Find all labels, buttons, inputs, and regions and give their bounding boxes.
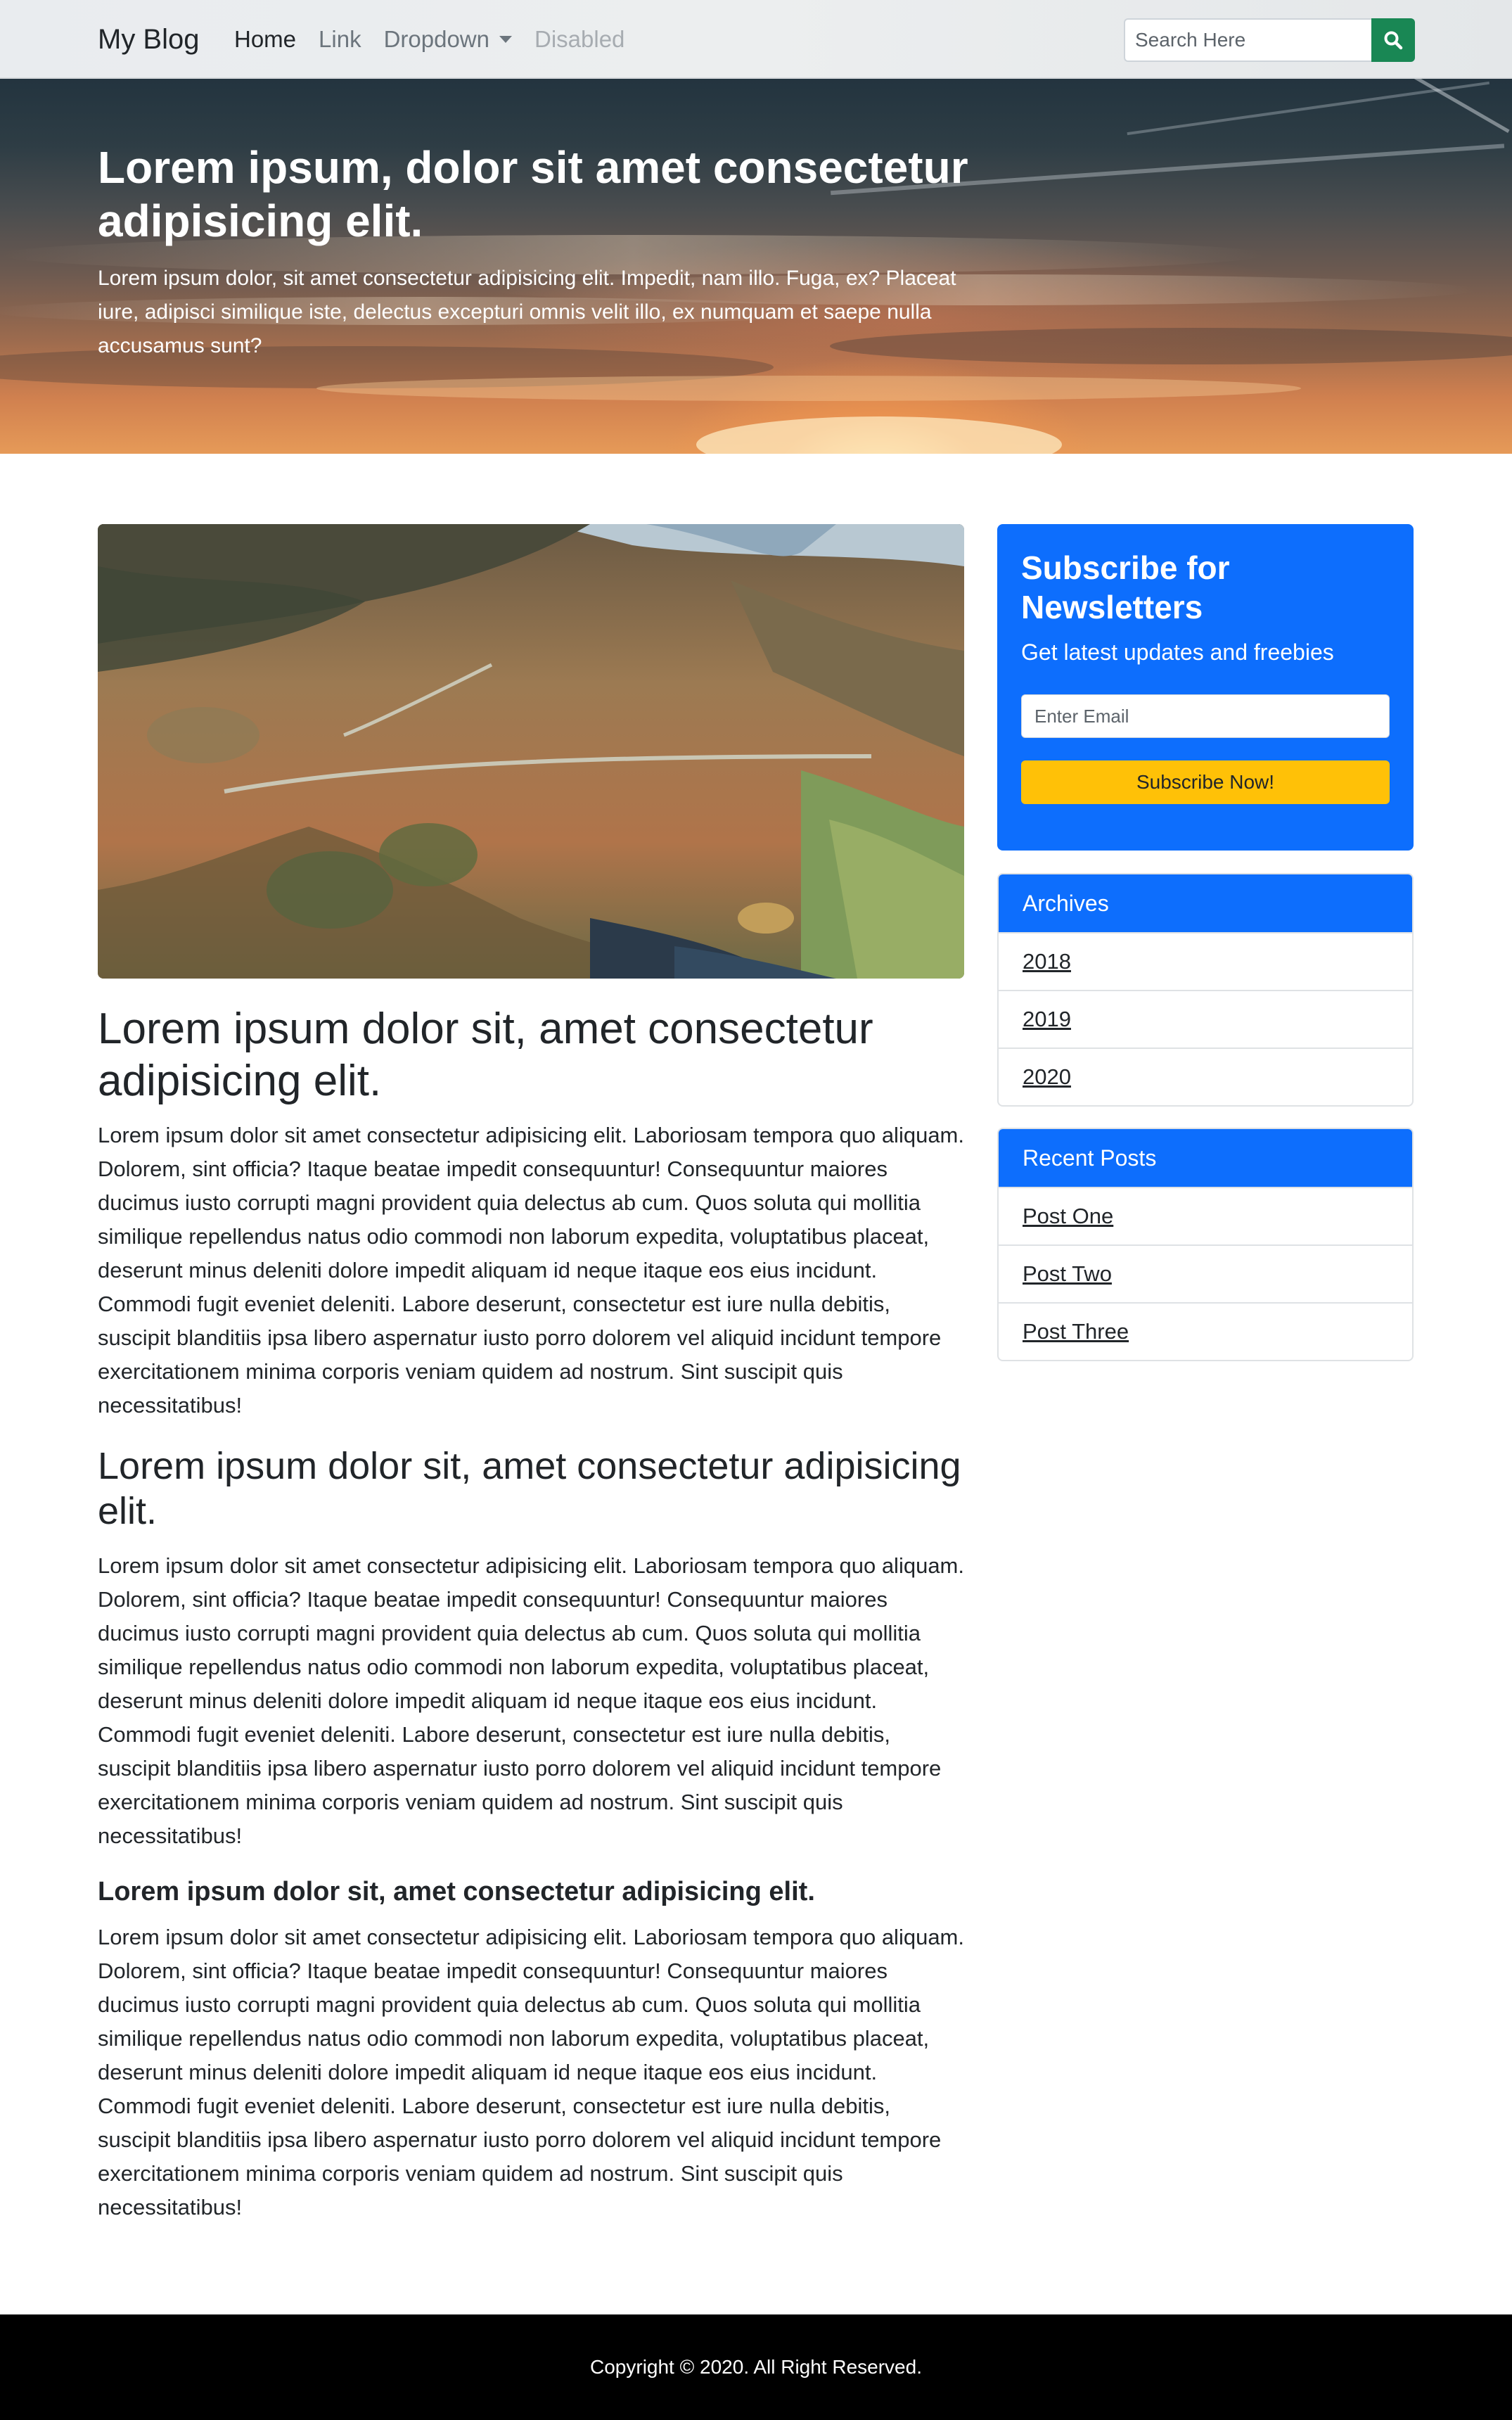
subscribe-button[interactable]: Subscribe Now! [1021,760,1390,804]
newsletter-card: Subscribe for Newsletters Get latest upd… [997,524,1414,851]
article-heading-1: Lorem ipsum dolor sit, amet consectetur … [98,1005,873,1105]
newsletter-subtitle: Get latest updates and freebies [1021,639,1334,665]
nav-link-home-label: Home [234,26,297,52]
nav-dropdown-toggle[interactable]: Dropdown [384,24,512,55]
archives-card: Archives 2018 2019 2020 [997,873,1414,1107]
archive-link-2019[interactable]: 2019 [1023,1007,1071,1031]
nav-link-link-label: Link [319,26,361,52]
navbar-brand[interactable]: My Blog [98,21,200,58]
recent-post-item-3: Post Three [999,1302,1412,1360]
nav-links: Home Link Dropdown Disabled [234,24,647,55]
archive-item-2020: 2020 [999,1047,1412,1105]
nav-dropdown-label: Dropdown [383,26,489,52]
article-heading-3: Lorem ipsum dolor sit, amet consectetur … [98,1877,815,1906]
recent-post-link-2[interactable]: Post Two [1023,1261,1112,1286]
footer-copyright: Copyright © 2020. All Right Reserved. [590,2356,922,2378]
nav-link-disabled-label: Disabled [534,26,625,52]
landscape-image [98,524,964,979]
search-icon [1384,31,1403,50]
recent-posts-card: Recent Posts Post One Post Two Post Thre… [997,1128,1414,1361]
recent-posts-header: Recent Posts [999,1129,1412,1187]
article-paragraph-1: Lorem ipsum dolor sit amet consectetur a… [98,1123,964,1418]
recent-post-item-2: Post Two [999,1244,1412,1302]
search-input[interactable] [1124,18,1371,62]
navbar: My Blog Home Link Dropdown Disabled [0,0,1512,79]
email-field[interactable] [1021,694,1390,738]
archive-link-2020[interactable]: 2020 [1023,1064,1071,1089]
caret-down-icon [499,36,512,43]
hero-banner: Lorem ipsum, dolor sit amet consectetur … [0,79,1512,454]
article-paragraph-3: Lorem ipsum dolor sit amet consectetur a… [98,1925,964,2220]
nav-link-disabled: Disabled [534,24,624,55]
recent-post-item-1: Post One [999,1187,1412,1244]
search-button[interactable] [1371,18,1415,62]
archives-header: Archives [999,874,1412,932]
recent-post-link-1[interactable]: Post One [1023,1204,1113,1228]
archive-link-2018[interactable]: 2018 [1023,949,1071,974]
newsletter-title: Subscribe for Newsletters [1021,549,1230,625]
article-heading-2: Lorem ipsum dolor sit, amet consectetur … [98,1445,961,1532]
footer: Copyright © 2020. All Right Reserved. [0,2314,1512,2420]
hero-text: Lorem ipsum dolor, sit amet consectetur … [98,267,956,357]
nav-link-link[interactable]: Link [319,24,361,55]
hero-title: Lorem ipsum, dolor sit amet consectetur … [98,142,968,246]
archive-item-2019: 2019 [999,990,1412,1047]
nav-link-home[interactable]: Home [234,24,296,55]
recent-post-link-3[interactable]: Post Three [1023,1319,1129,1344]
archive-item-2018: 2018 [999,932,1412,990]
post-featured-image [98,524,964,979]
search-form [1124,18,1415,62]
article-paragraph-2: Lorem ipsum dolor sit amet consectetur a… [98,1553,964,1848]
